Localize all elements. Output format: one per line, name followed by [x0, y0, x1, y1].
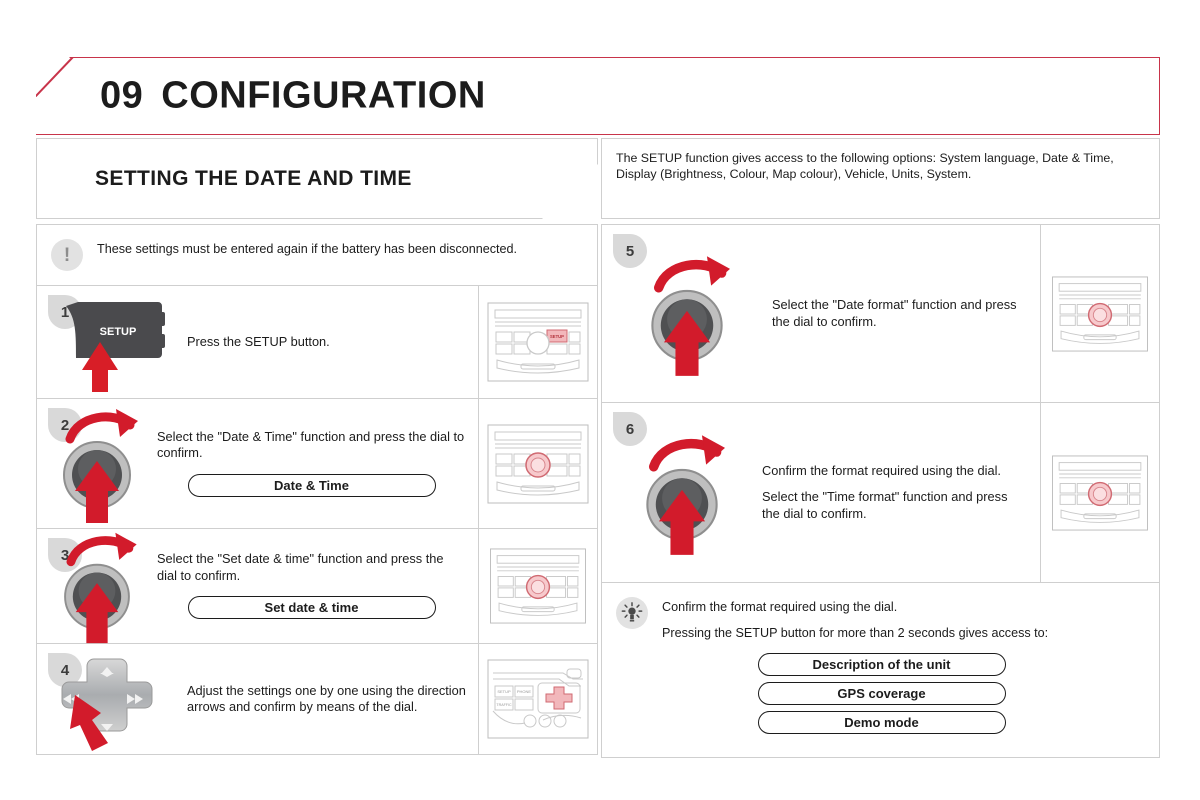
step-text: Confirm the format required using the di… — [762, 462, 1001, 478]
step-text: Select the "Set date & time" function an… — [157, 551, 444, 583]
lightbulb-icon — [616, 597, 648, 629]
step-text: Select the "Date & Time" function and pr… — [157, 428, 465, 461]
radio-thumbnail-cell — [478, 529, 597, 643]
red-curved-arrow-icon — [66, 532, 137, 567]
setup-button-icon: SETUP — [37, 290, 187, 394]
svg-text:SETUP: SETUP — [550, 334, 564, 339]
radio-thumbnail-cell: SETUP — [478, 286, 597, 398]
chapter-number: 09 — [100, 74, 144, 117]
radio-thumbnail-cell — [1040, 403, 1159, 582]
step-card-5: 5 Select the "Date format" function and … — [601, 224, 1160, 403]
radio-panel-dial-highlight — [1052, 454, 1148, 531]
direction-pad-icon — [37, 647, 187, 751]
step-card-3: 3 Select the "Set date & time" function … — [36, 529, 598, 644]
manual-page: 09 CONFIGURATION SETTING THE DATE AND TIM… — [0, 0, 1200, 800]
dial-icon — [602, 429, 762, 557]
intro-text: The SETUP function gives access to the f… — [616, 151, 1114, 181]
page-title: 09 CONFIGURATION — [100, 75, 486, 118]
radio-panel-dial-highlight — [1052, 275, 1148, 352]
radio-thumbnail-cell — [478, 399, 597, 528]
red-curved-arrow-icon — [648, 434, 726, 471]
radio-thumbnail-cell — [1040, 225, 1159, 402]
tip-option-pill[interactable]: GPS coverage — [757, 682, 1006, 705]
step-card-6: 6 Confirm the format required using the … — [601, 403, 1160, 583]
menu-option-pill[interactable]: Set date & time — [187, 596, 436, 619]
menu-option-pill[interactable]: Date & Time — [187, 473, 436, 497]
dial-icon — [37, 527, 157, 645]
svg-text:TRAFFIC: TRAFFIC — [496, 703, 512, 707]
radio-panel-dial-highlight — [490, 548, 586, 624]
dial-icon — [602, 250, 772, 378]
tip-option-pill[interactable]: Description of the unit — [757, 653, 1006, 676]
chapter-title-text: CONFIGURATION — [161, 74, 486, 117]
radio-panel-setup-highlight: SETUP — [487, 302, 589, 382]
step-card-4: 4 Adjust the settings one by one using t… — [36, 644, 598, 755]
step-text: Select the "Date format" function and pr… — [772, 297, 1017, 329]
step-text-secondary: Select the "Time format" function and pr… — [762, 489, 1008, 521]
section-title: SETTING THE DATE AND TIME — [95, 166, 412, 190]
radio-panel-dial-highlight — [487, 424, 589, 503]
tip-note: Confirm the format required using the di… — [601, 583, 1160, 758]
left-column: ! These settings must be entered again i… — [36, 224, 598, 755]
svg-text:SETUP: SETUP — [100, 326, 137, 338]
dial-icon — [37, 403, 157, 525]
tip-line-1: Confirm the format required using the di… — [662, 600, 898, 614]
chapter-header: 09 CONFIGURATION — [36, 57, 1160, 135]
tip-options-list: Description of the unit GPS coverage Dem… — [616, 653, 1147, 734]
exclamation-icon: ! — [51, 239, 83, 271]
right-column: 5 Select the "Date format" function and … — [601, 224, 1160, 758]
steering-controls-dpad-highlight: SETUP PHONE TRAFFIC — [487, 659, 589, 739]
step-card-2: 2 Select the "Date & Time" function and … — [36, 399, 598, 529]
red-curved-arrow-icon — [653, 255, 731, 292]
tip-line-2: Pressing the SETUP button for more than … — [662, 626, 1049, 640]
intro-box: The SETUP function gives access to the f… — [601, 138, 1160, 219]
warning-note: ! These settings must be entered again i… — [36, 224, 598, 286]
svg-text:PHONE: PHONE — [517, 689, 532, 694]
step-text: Press the SETUP button. — [187, 333, 330, 349]
step-text: Adjust the settings one by one using the… — [187, 682, 466, 715]
steering-thumbnail-cell: SETUP PHONE TRAFFIC — [478, 644, 597, 754]
corner-bevel-icon — [36, 57, 74, 97]
warning-text: These settings must be entered again if … — [97, 242, 518, 256]
tip-option-pill[interactable]: Demo mode — [757, 711, 1006, 734]
section-title-box: SETTING THE DATE AND TIME — [36, 138, 598, 219]
step-card-1: 1 SETUP Press the SETUP button. SETUP — [36, 286, 598, 399]
svg-text:SETUP: SETUP — [497, 689, 511, 694]
red-curved-arrow-icon — [65, 408, 138, 443]
